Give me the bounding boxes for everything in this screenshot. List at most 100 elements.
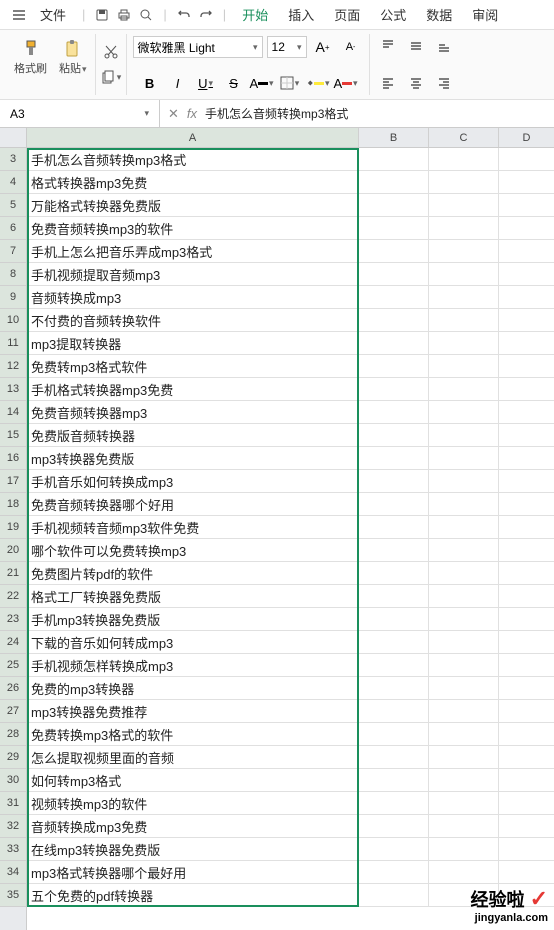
cell[interactable] xyxy=(429,286,499,309)
row-header[interactable]: 17 xyxy=(0,470,26,493)
cell[interactable]: 如何转mp3格式 xyxy=(27,769,359,792)
cell[interactable] xyxy=(499,332,554,355)
cell[interactable] xyxy=(359,769,429,792)
underline-button[interactable]: U▾ xyxy=(194,73,218,93)
row-header[interactable]: 14 xyxy=(0,401,26,424)
bold-button[interactable]: B xyxy=(138,73,162,93)
font-size-select[interactable]: 12▾ xyxy=(267,36,307,58)
cell[interactable] xyxy=(429,194,499,217)
font-name-select[interactable]: 微软雅黑 Light▾ xyxy=(133,36,263,58)
col-header-b[interactable]: B xyxy=(359,128,429,147)
cell[interactable] xyxy=(429,171,499,194)
align-bottom-button[interactable] xyxy=(432,36,456,56)
cell[interactable] xyxy=(499,815,554,838)
cell[interactable] xyxy=(359,447,429,470)
cell[interactable] xyxy=(499,654,554,677)
cell[interactable] xyxy=(499,355,554,378)
cell[interactable] xyxy=(359,378,429,401)
row-header[interactable]: 26 xyxy=(0,677,26,700)
row-header[interactable]: 30 xyxy=(0,769,26,792)
cell[interactable] xyxy=(499,723,554,746)
fill-color-button[interactable]: ▾ xyxy=(306,73,330,93)
copy-button[interactable]: ▾ xyxy=(100,68,122,88)
tab-formula[interactable]: 公式 xyxy=(380,5,406,24)
row-header[interactable]: 4 xyxy=(0,171,26,194)
tab-page[interactable]: 页面 xyxy=(334,5,360,24)
cell[interactable] xyxy=(359,240,429,263)
cell[interactable] xyxy=(499,240,554,263)
row-header[interactable]: 18 xyxy=(0,493,26,516)
cell[interactable]: 下载的音乐如何转成mp3 xyxy=(27,631,359,654)
cell[interactable] xyxy=(499,585,554,608)
cell[interactable] xyxy=(359,194,429,217)
row-header[interactable]: 32 xyxy=(0,815,26,838)
name-box[interactable]: A3 ▾ xyxy=(0,100,160,127)
cell[interactable] xyxy=(499,470,554,493)
row-header[interactable]: 19 xyxy=(0,516,26,539)
cell[interactable] xyxy=(429,516,499,539)
cell[interactable] xyxy=(499,769,554,792)
cell[interactable]: 免费转换mp3格式的软件 xyxy=(27,723,359,746)
preview-icon[interactable] xyxy=(138,7,154,23)
cell[interactable]: 格式工厂转换器免费版 xyxy=(27,585,359,608)
row-header[interactable]: 21 xyxy=(0,562,26,585)
cell[interactable] xyxy=(429,861,499,884)
strikethrough-button[interactable]: S xyxy=(222,73,246,93)
row-header[interactable]: 5 xyxy=(0,194,26,217)
row-header[interactable]: 24 xyxy=(0,631,26,654)
row-header[interactable]: 9 xyxy=(0,286,26,309)
italic-button[interactable]: I xyxy=(166,73,190,93)
row-header[interactable]: 25 xyxy=(0,654,26,677)
cell[interactable]: 手机mp3转换器免费版 xyxy=(27,608,359,631)
col-header-d[interactable]: D xyxy=(499,128,554,147)
select-all-corner[interactable] xyxy=(0,128,26,148)
cell[interactable] xyxy=(499,447,554,470)
cell[interactable] xyxy=(499,286,554,309)
tab-review[interactable]: 审阅 xyxy=(472,5,498,24)
cell[interactable]: 不付费的音频转换软件 xyxy=(27,309,359,332)
cell[interactable] xyxy=(359,539,429,562)
cell[interactable]: 怎么提取视频里面的音频 xyxy=(27,746,359,769)
cell[interactable] xyxy=(359,263,429,286)
cell[interactable] xyxy=(359,401,429,424)
cell[interactable] xyxy=(499,516,554,539)
save-icon[interactable] xyxy=(94,7,110,23)
cell[interactable] xyxy=(429,309,499,332)
decrease-font-button[interactable]: A- xyxy=(339,37,363,57)
cell[interactable]: 手机怎么音频转换mp3格式 xyxy=(27,148,359,171)
cell[interactable] xyxy=(359,424,429,447)
cell[interactable] xyxy=(429,631,499,654)
cell[interactable] xyxy=(429,769,499,792)
cell[interactable] xyxy=(499,792,554,815)
cell[interactable] xyxy=(429,654,499,677)
cell[interactable] xyxy=(359,309,429,332)
cell[interactable]: 免费图片转pdf的软件 xyxy=(27,562,359,585)
cell[interactable]: 免费版音频转换器 xyxy=(27,424,359,447)
border-button[interactable]: ▾ xyxy=(278,73,302,93)
cell[interactable]: 手机视频提取音频mp3 xyxy=(27,263,359,286)
cell[interactable] xyxy=(499,631,554,654)
align-center-button[interactable] xyxy=(404,73,428,93)
cell[interactable] xyxy=(499,171,554,194)
cell[interactable]: 免费的mp3转换器 xyxy=(27,677,359,700)
cell[interactable] xyxy=(359,516,429,539)
cell[interactable]: mp3格式转换器哪个最好用 xyxy=(27,861,359,884)
cell[interactable] xyxy=(499,309,554,332)
cell[interactable] xyxy=(359,631,429,654)
row-header[interactable]: 10 xyxy=(0,309,26,332)
cell[interactable]: 在线mp3转换器免费版 xyxy=(27,838,359,861)
cell[interactable] xyxy=(499,217,554,240)
format-brush-button[interactable]: 格式刷 xyxy=(10,36,51,78)
cell[interactable] xyxy=(359,746,429,769)
font-highlight-button[interactable]: A▾ xyxy=(334,73,358,93)
align-top-button[interactable] xyxy=(376,36,400,56)
cell[interactable]: 音频转换成mp3 xyxy=(27,286,359,309)
cell[interactable]: 五个免费的pdf转换器 xyxy=(27,884,359,907)
cell[interactable] xyxy=(499,263,554,286)
tab-insert[interactable]: 插入 xyxy=(288,5,314,24)
row-header[interactable]: 33 xyxy=(0,838,26,861)
cell[interactable] xyxy=(359,792,429,815)
cell[interactable] xyxy=(359,470,429,493)
cell[interactable] xyxy=(359,493,429,516)
cell[interactable]: 格式转换器mp3免费 xyxy=(27,171,359,194)
